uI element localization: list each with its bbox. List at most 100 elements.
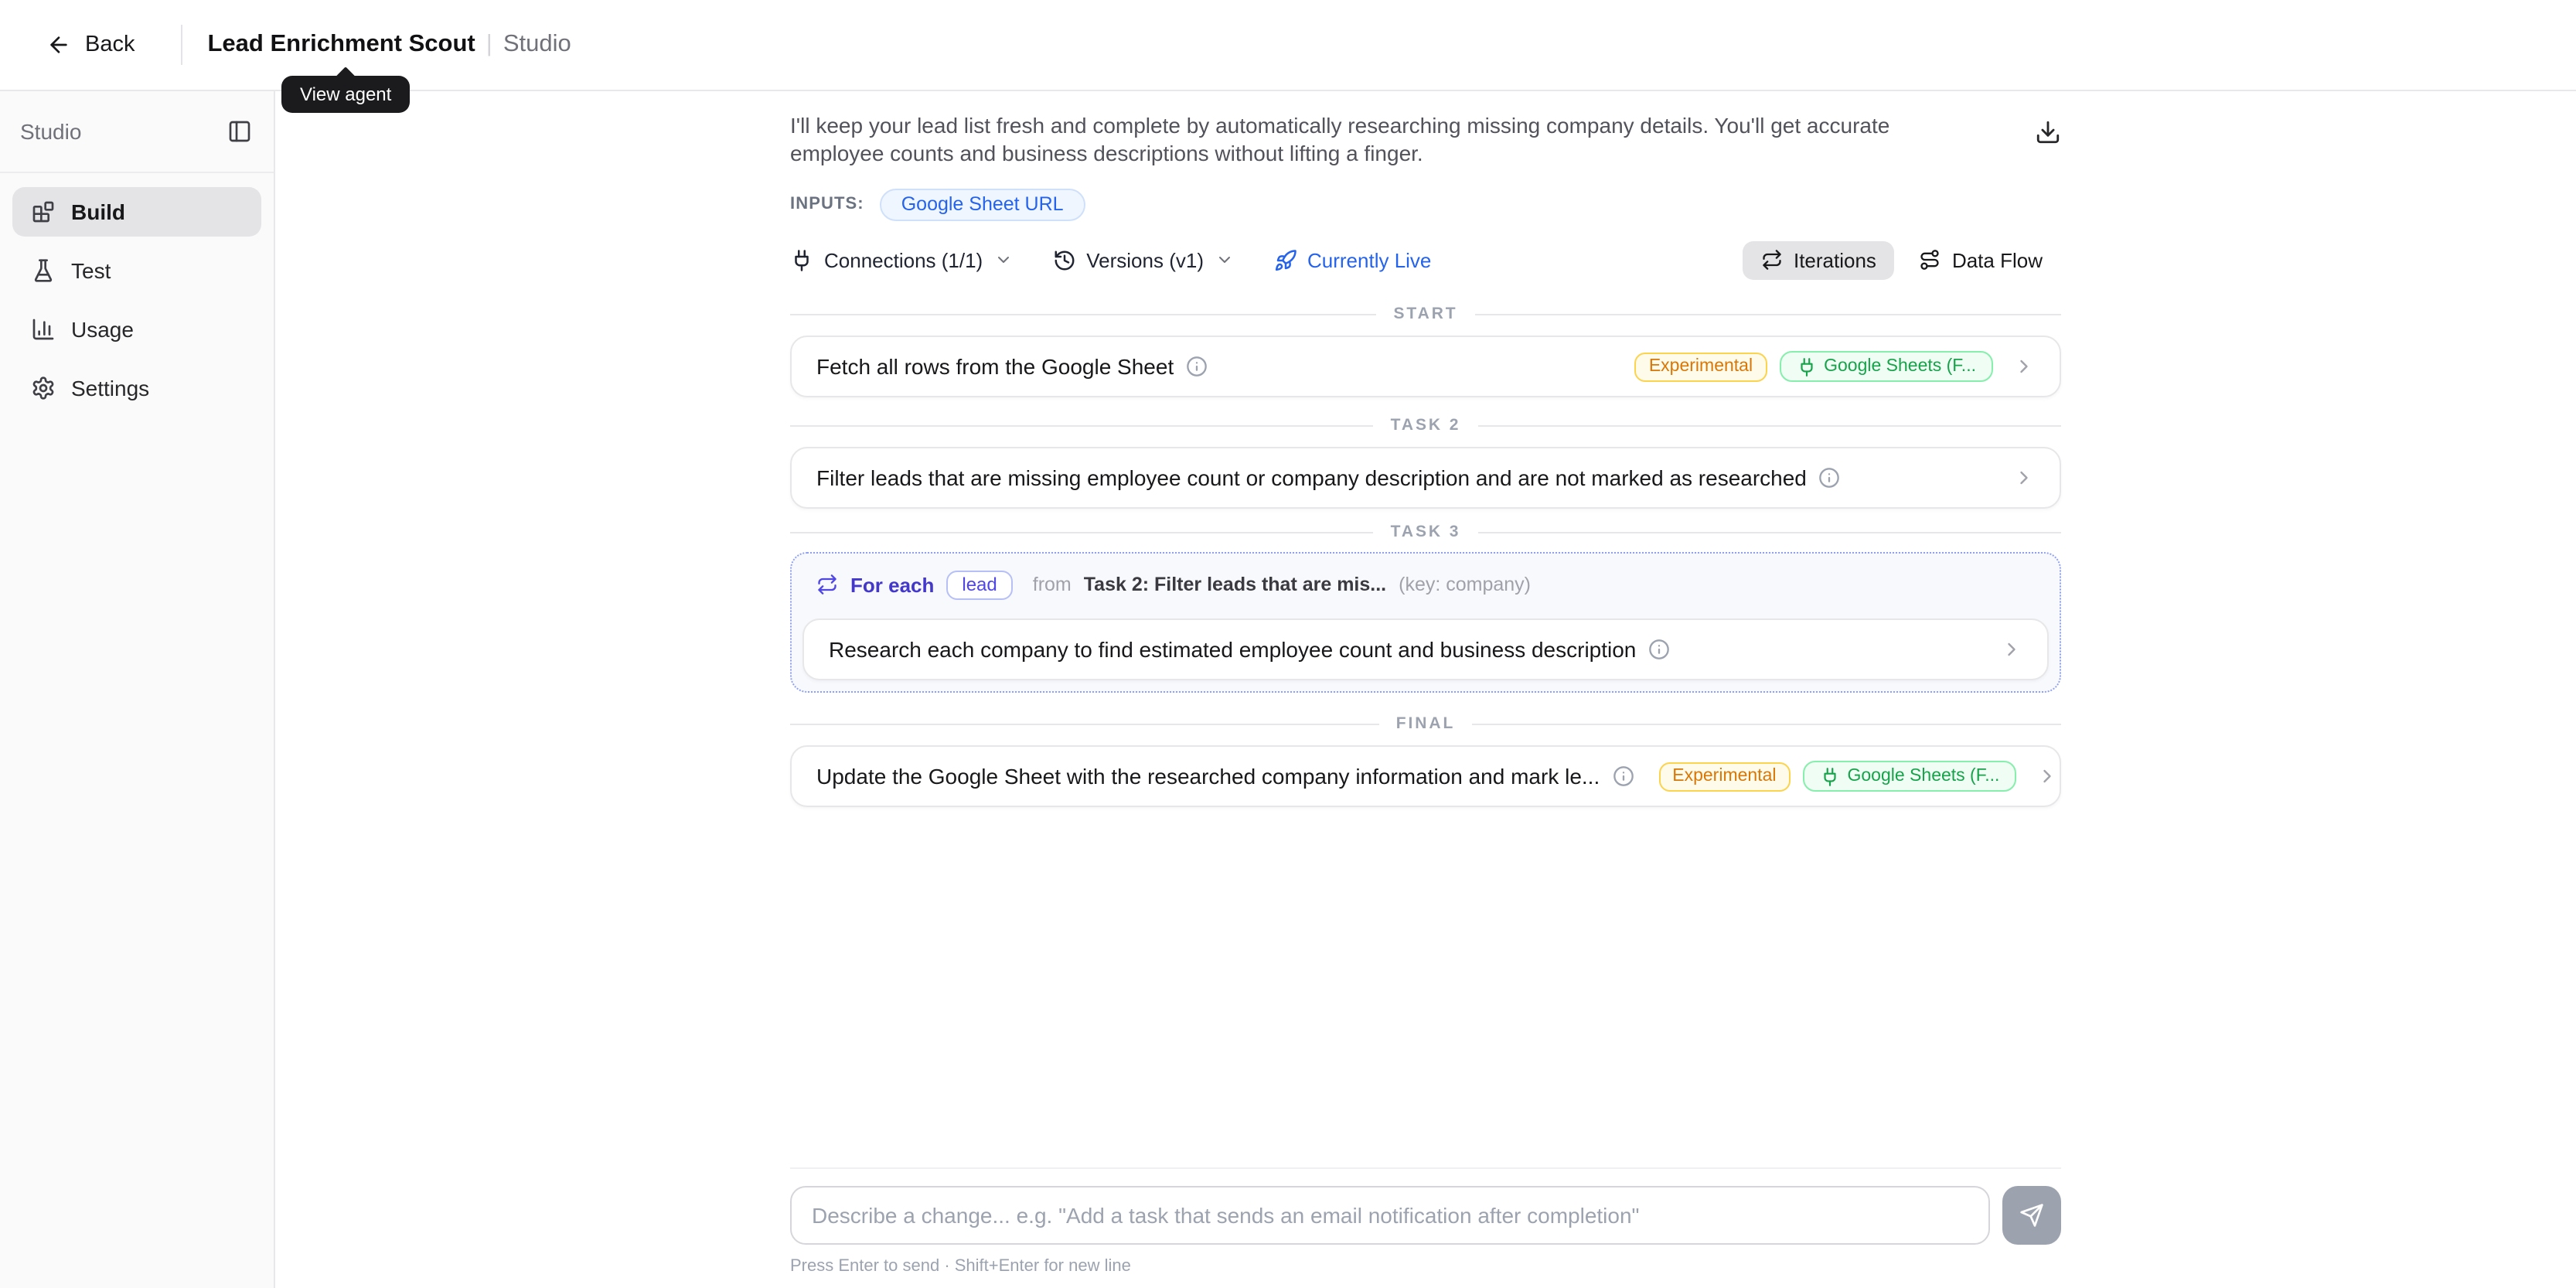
plug-icon: [1796, 356, 1816, 377]
inputs-row: INPUTS: Google Sheet URL: [790, 189, 2061, 220]
download-icon: [2035, 119, 2061, 145]
page-subtitle: Studio: [503, 31, 571, 59]
experimental-badge: Experimental: [1658, 762, 1790, 791]
info-icon[interactable]: [1819, 467, 1841, 489]
info-icon[interactable]: [1612, 765, 1634, 787]
info-icon[interactable]: [1186, 356, 1208, 377]
content-column: I'll keep your lead list fresh and compl…: [790, 91, 2061, 807]
task-title: Update the Google Sheet with the researc…: [816, 764, 1600, 789]
experimental-badge: Experimental: [1635, 352, 1767, 381]
for-each-label: For each: [850, 573, 934, 596]
route-icon: [1920, 249, 1941, 271]
loop-variable-chip[interactable]: lead: [946, 570, 1012, 599]
send-icon: [2019, 1203, 2044, 1228]
view-agent-tooltip: View agent: [281, 76, 410, 113]
rocket-icon: [1273, 248, 1297, 271]
data-flow-label: Data Flow: [1952, 248, 2043, 271]
back-button[interactable]: Back: [46, 32, 135, 57]
blocks-icon: [31, 199, 56, 224]
data-flow-tab[interactable]: Data Flow: [1901, 240, 2061, 279]
task-card-start[interactable]: Fetch all rows from the Google Sheet Exp…: [790, 336, 2061, 397]
section-label-text: FINAL: [1396, 714, 1456, 733]
sidebar-item-label: Build: [71, 199, 125, 224]
inputs-label: INPUTS:: [790, 195, 864, 213]
gear-icon: [31, 376, 56, 400]
sidebar-item-build[interactable]: Build: [12, 187, 261, 237]
section-label-text: TASK 2: [1391, 416, 1461, 434]
divider-line: [1475, 313, 2061, 315]
arrow-left-icon: [46, 32, 71, 57]
sidebar: Studio Build Test Usage Settings: [0, 91, 275, 1288]
google-sheets-badge-label: Google Sheets (F...: [1848, 767, 2000, 785]
chevron-right-icon[interactable]: [2013, 356, 2035, 377]
sidebar-item-label: Test: [71, 258, 111, 283]
loop-source-label: Task 2: Filter leads that are mis...: [1084, 574, 1386, 595]
toolbar-right-group: Iterations Data Flow: [1743, 240, 2061, 279]
section-label-final: FINAL: [790, 713, 2061, 734]
repeat-icon: [1761, 249, 1783, 271]
divider-line: [790, 723, 1379, 724]
flask-icon: [31, 258, 56, 283]
info-icon[interactable]: [1648, 639, 1670, 660]
composer-inner: Press Enter to send · Shift+Enter for ne…: [790, 1167, 2061, 1288]
composer: Press Enter to send · Shift+Enter for ne…: [275, 1167, 2576, 1288]
section-label-start: START: [790, 303, 2061, 325]
page-title: Lead Enrichment Scout: [208, 31, 475, 59]
chevron-down-icon: [993, 250, 1012, 269]
input-chip-google-sheet-url[interactable]: Google Sheet URL: [880, 188, 1085, 220]
task-card-task3[interactable]: Research each company to find estimated …: [802, 618, 2049, 680]
chevron-right-icon[interactable]: [2013, 467, 2035, 489]
toolbar-left-group: Connections (1/1) Versions (v1) Currentl…: [790, 248, 1431, 271]
google-sheets-badge[interactable]: Google Sheets (F...: [1779, 351, 1993, 382]
sidebar-item-test[interactable]: Test: [12, 246, 261, 295]
workflow-toolbar: Connections (1/1) Versions (v1) Currentl…: [790, 237, 2061, 283]
divider-line: [1472, 723, 2061, 724]
main-area: I'll keep your lead list fresh and compl…: [275, 91, 2576, 1288]
sidebar-header: Studio: [0, 91, 274, 173]
connections-label: Connections (1/1): [824, 248, 983, 271]
composer-hint: Press Enter to send · Shift+Enter for ne…: [790, 1257, 2061, 1276]
google-sheets-badge[interactable]: Google Sheets (F...: [1803, 761, 2017, 792]
versions-dropdown[interactable]: Versions (v1): [1052, 248, 1233, 271]
plug-icon: [1820, 766, 1840, 786]
chevron-right-icon[interactable]: [2001, 639, 2022, 660]
plug-icon: [790, 248, 813, 271]
for-each-loop-container: For each lead from Task 2: Filter leads …: [790, 552, 2061, 693]
loop-key-label: (key: company): [1399, 574, 1531, 595]
change-request-input[interactable]: [790, 1186, 1990, 1245]
currently-live-label: Currently Live: [1307, 248, 1431, 271]
iterations-tab[interactable]: Iterations: [1743, 240, 1895, 279]
divider-line: [790, 313, 1376, 315]
task-title: Research each company to find estimated …: [829, 637, 1636, 662]
sidebar-item-settings[interactable]: Settings: [12, 363, 261, 413]
sidebar-item-label: Usage: [71, 317, 134, 342]
task-card-final[interactable]: Update the Google Sheet with the researc…: [790, 745, 2061, 807]
sidebar-item-usage[interactable]: Usage: [12, 305, 261, 354]
sidebar-title: Studio: [20, 119, 81, 144]
divider-line: [1477, 531, 2061, 533]
loop-from-label: from: [1033, 574, 1072, 595]
task-title: Fetch all rows from the Google Sheet: [816, 354, 1174, 379]
download-button[interactable]: [2035, 119, 2061, 145]
sidebar-nav: Build Test Usage Settings: [0, 173, 274, 436]
section-label-text: START: [1393, 305, 1457, 323]
studio-app: Back Lead Enrichment Scout | Studio View…: [0, 0, 2576, 1288]
iterations-label: Iterations: [1794, 248, 1876, 271]
panel-left-icon: [227, 119, 252, 144]
bar-chart-icon: [31, 317, 56, 342]
header-divider: [182, 25, 183, 65]
chevron-right-icon[interactable]: [2036, 765, 2058, 787]
for-each-header: For each lead from Task 2: Filter leads …: [802, 563, 2049, 606]
google-sheets-badge-label: Google Sheets (F...: [1824, 357, 1976, 376]
currently-live-indicator[interactable]: Currently Live: [1273, 248, 1431, 271]
history-icon: [1052, 248, 1075, 271]
connections-dropdown[interactable]: Connections (1/1): [790, 248, 1012, 271]
task-title: Filter leads that are missing employee c…: [816, 465, 1807, 490]
send-button[interactable]: [2002, 1186, 2061, 1245]
agent-description: I'll keep your lead list fresh and compl…: [790, 111, 1978, 167]
section-label-task3: TASK 3: [790, 521, 2061, 543]
task-card-task2[interactable]: Filter leads that are missing employee c…: [790, 447, 2061, 509]
collapse-sidebar-button[interactable]: [227, 119, 252, 144]
composer-row: [790, 1186, 2061, 1245]
divider-line: [790, 531, 1374, 533]
